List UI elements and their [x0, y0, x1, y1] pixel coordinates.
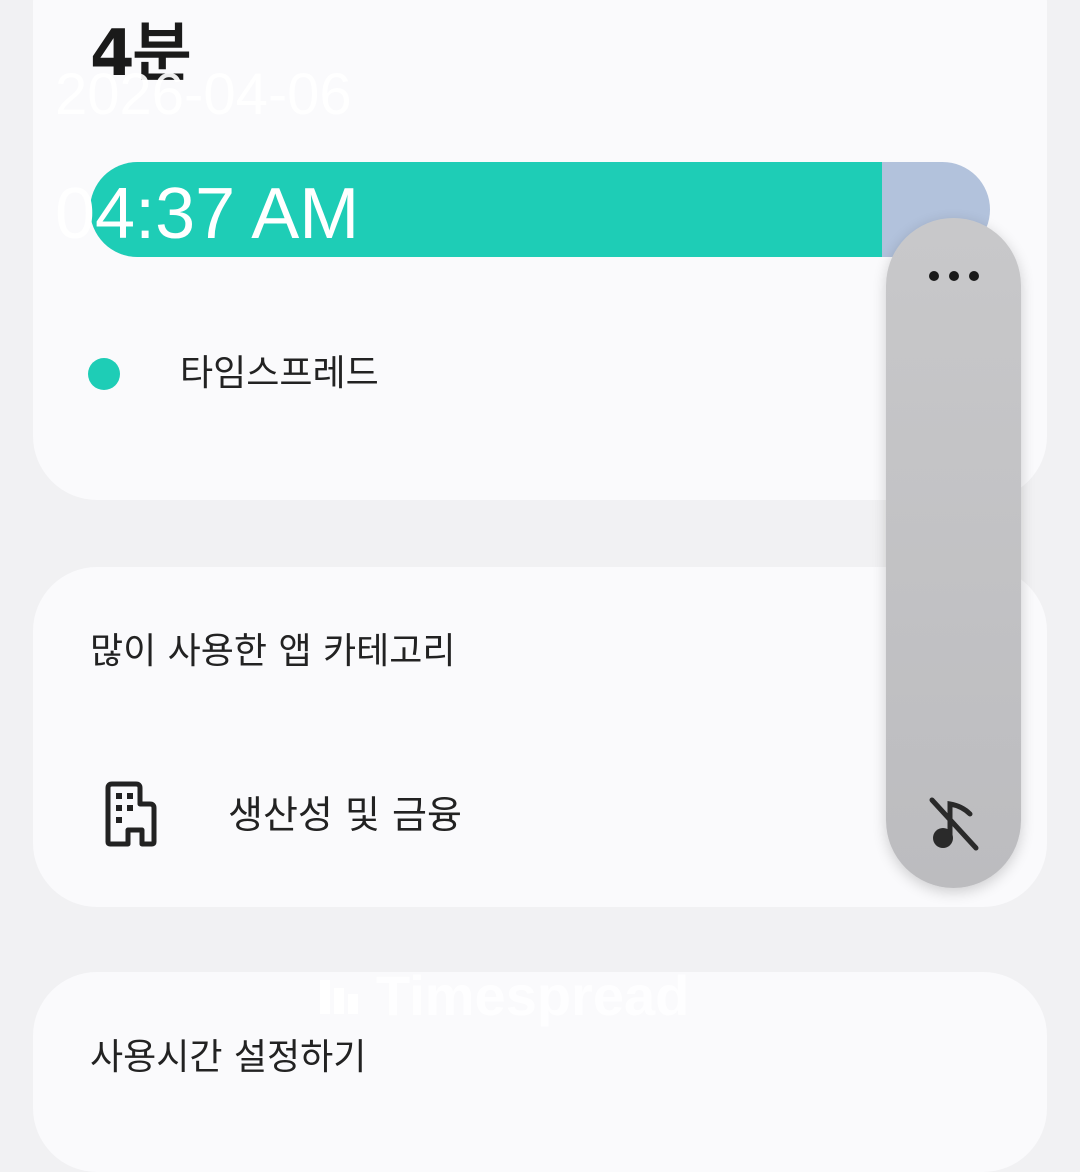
timespread-watermark: Timespread [318, 968, 689, 1024]
timespread-logo-icon [320, 980, 358, 1014]
timestamp-time: 04:37 AM [55, 174, 360, 254]
legend-color-dot [88, 358, 120, 390]
timestamp-date: 2026-04-06 [55, 62, 352, 127]
more-horizontal-icon[interactable] [926, 266, 982, 286]
top-categories-title: 많이 사용한 앱 카테고리 [90, 631, 456, 672]
music-off-icon[interactable] [926, 794, 982, 854]
building-icon [105, 781, 157, 847]
category-item-label: 생산성 및 금융 [228, 793, 462, 837]
legend-label: 타임스프레드 [180, 353, 379, 394]
edge-panel[interactable] [886, 218, 1021, 888]
watermark-text: Timespread [376, 964, 690, 1027]
screen-time-limit-title: 사용시간 설정하기 [90, 1037, 367, 1078]
